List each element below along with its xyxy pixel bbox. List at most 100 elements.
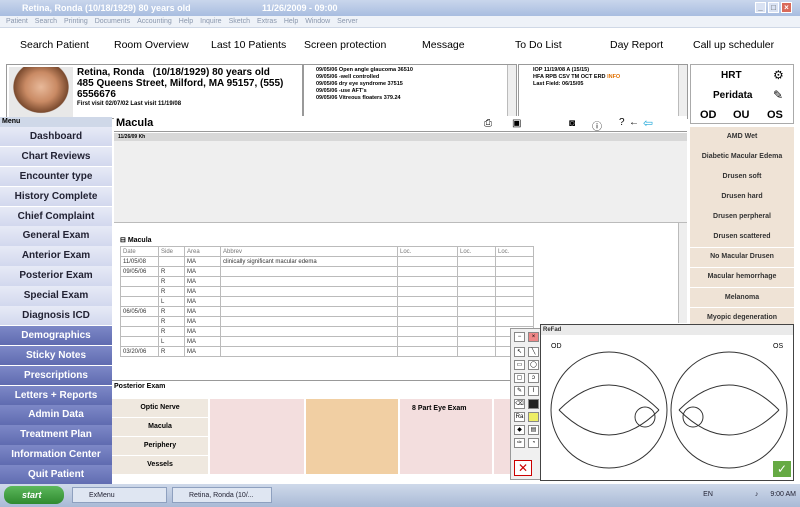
ellipse-icon[interactable]: ◯	[528, 360, 539, 370]
highlighter-icon[interactable]	[528, 412, 539, 422]
iop-panel[interactable]: IOP 11/19/08 A (15/15) HFA RPB CSV TM OC…	[518, 64, 688, 119]
main-scrollbar[interactable]	[678, 223, 687, 323]
text-icon[interactable]: Ra	[514, 412, 525, 422]
pointer-icon[interactable]: ↖	[514, 347, 525, 357]
finding-melanoma[interactable]: Melanoma	[690, 287, 794, 308]
menu-documents[interactable]: Documents	[95, 18, 130, 25]
menu-sticky-notes[interactable]: Sticky Notes	[0, 345, 112, 366]
menu-prescriptions[interactable]: Prescriptions	[0, 365, 112, 386]
finding-no-macular-drusen[interactable]: No Macular Drusen	[690, 247, 794, 268]
od-button[interactable]: OD	[700, 109, 717, 121]
print-icon[interactable]: ⎙	[484, 118, 492, 129]
table-row[interactable]: R MA	[120, 326, 534, 337]
table-row[interactable]: 09/05/06 R MA	[120, 266, 534, 277]
menu-dashboard[interactable]: Dashboard	[0, 127, 112, 147]
imaging-device-icon[interactable]: ⚙	[773, 68, 784, 82]
menu-sketch[interactable]: Sketch	[229, 18, 250, 25]
menu-treatment-plan[interactable]: Treatment Plan	[0, 425, 112, 445]
menu-quit-patient[interactable]: Quit Patient	[0, 465, 112, 485]
finding-drusen-hard[interactable]: Drusen hard	[690, 187, 794, 207]
brush-icon[interactable]: ⌇	[528, 386, 539, 396]
nav-call-up-scheduler[interactable]: Call up scheduler	[693, 39, 774, 51]
eye-diagram[interactable]	[541, 335, 793, 480]
notes-textarea[interactable]	[114, 141, 687, 223]
row-macula[interactable]: Macula	[112, 418, 208, 436]
menu-window[interactable]: Window	[305, 18, 330, 25]
nav-last-10-patients[interactable]: Last 10 Patients	[211, 39, 286, 51]
help-icon[interactable]: ?	[619, 117, 625, 128]
task-retina-ronda[interactable]: Retina, Ronda (10/...	[172, 487, 272, 503]
save-icon[interactable]: ▣	[512, 118, 521, 129]
menu-admin-data[interactable]: Admin Data	[0, 405, 112, 425]
menu-patient[interactable]: Patient	[6, 18, 28, 25]
ou-findings-cell[interactable]	[306, 399, 398, 474]
menu-accounting[interactable]: Accounting	[137, 18, 172, 25]
table-row[interactable]: L MA	[120, 296, 534, 307]
row-optic-nerve[interactable]: Optic Nerve	[112, 399, 208, 417]
diagnosis-list[interactable]: 09/05/06 Open angle glaucoma 36510 09/05…	[303, 64, 517, 119]
stamp-icon[interactable]: ◆	[514, 425, 525, 435]
nav-day-report[interactable]: Day Report	[610, 39, 663, 51]
lasso-icon[interactable]: ↄ	[528, 373, 539, 383]
menu-inquire[interactable]: Inquire	[200, 18, 221, 25]
extra-findings-cell[interactable]	[494, 399, 510, 474]
hrt-button[interactable]: HRT	[721, 70, 742, 81]
os-button[interactable]: OS	[767, 109, 783, 121]
start-button[interactable]: start	[4, 486, 64, 504]
table-row[interactable]: L MA	[120, 336, 534, 347]
document-icon[interactable]: ✎	[773, 88, 783, 102]
finding-drusen-scattered[interactable]: Drusen scattered	[690, 227, 794, 248]
fill-icon[interactable]: ◔	[528, 438, 539, 448]
menu-general-exam[interactable]: General Exam	[0, 226, 112, 246]
camera-icon[interactable]: ◙	[569, 118, 575, 129]
menu-history-complete[interactable]: History Complete	[0, 186, 112, 207]
menu-search[interactable]: Search	[35, 18, 57, 25]
table-row[interactable]: 06/05/06 R MA	[120, 306, 534, 317]
filled-rectangle-icon[interactable]: ▢	[514, 373, 525, 383]
color-black-icon[interactable]	[528, 399, 539, 409]
pen-icon[interactable]: ✎	[514, 386, 525, 396]
nav-to-do-list[interactable]: To Do List	[515, 39, 562, 51]
menu-encounter-type[interactable]: Encounter type	[0, 166, 112, 187]
menu-diagnosis-icd[interactable]: Diagnosis ICD	[0, 306, 112, 326]
nav-search-patient[interactable]: Search Patient	[20, 39, 89, 51]
info-icon[interactable]: ⓘ	[592, 118, 602, 133]
table-row[interactable]: R MA	[120, 276, 534, 287]
nav-room-overview[interactable]: Room Overview	[114, 39, 189, 51]
marker-icon[interactable]: ✑	[514, 438, 525, 448]
finding-amd-wet[interactable]: AMD Wet	[690, 127, 794, 147]
test-links[interactable]: HFA RPB CSV TM OCT ERD	[533, 74, 606, 80]
image-icon[interactable]: ▤	[528, 425, 539, 435]
menu-extras[interactable]: Extras	[257, 18, 277, 25]
menu-help[interactable]: Help	[284, 18, 298, 25]
info-link[interactable]: INFO	[607, 74, 620, 80]
rectangle-icon[interactable]: ▭	[514, 360, 525, 370]
menu-anterior-exam[interactable]: Anterior Exam	[0, 246, 112, 266]
table-row[interactable]: R MA	[120, 286, 534, 297]
diagnosis-scrollbar[interactable]	[507, 65, 516, 118]
iop-scrollbar[interactable]	[678, 65, 687, 118]
nav-screen-protection[interactable]: Screen protection	[304, 39, 386, 51]
menu-server[interactable]: Server	[337, 18, 358, 25]
nav-message[interactable]: Message	[422, 39, 465, 51]
menu-posterior-exam[interactable]: Posterior Exam	[0, 266, 112, 286]
menu-information-center[interactable]: Information Center	[0, 445, 112, 465]
menu-chart-reviews[interactable]: Chart Reviews	[0, 146, 112, 167]
finding-drusen-perpheral[interactable]: Drusen perpheral	[690, 207, 794, 227]
close-tool-icon[interactable]: ×	[528, 332, 539, 342]
confirm-sketch-icon[interactable]: ✓	[773, 461, 791, 477]
table-row[interactable]: 03/20/06 R MA	[120, 346, 534, 357]
eye-sketch-pad[interactable]: ReFad OD OS ✓	[540, 324, 794, 481]
eraser-icon[interactable]: ⌫	[514, 399, 525, 409]
task-exmenu[interactable]: ExMenu	[72, 487, 167, 503]
clock[interactable]: 9:00 AM	[770, 491, 796, 498]
maximize-icon[interactable]: □	[768, 2, 779, 13]
back-arrow-icon[interactable]: ←	[629, 117, 639, 128]
close-icon[interactable]: ×	[781, 2, 792, 13]
menu-letters-reports[interactable]: Letters + Reports	[0, 385, 112, 405]
row-periphery[interactable]: Periphery	[112, 437, 208, 455]
line-icon[interactable]: ╲	[528, 347, 539, 357]
table-row[interactable]: R MA	[120, 316, 534, 327]
menu-help[interactable]: Help	[179, 18, 193, 25]
row-vessels[interactable]: Vessels	[112, 456, 208, 474]
